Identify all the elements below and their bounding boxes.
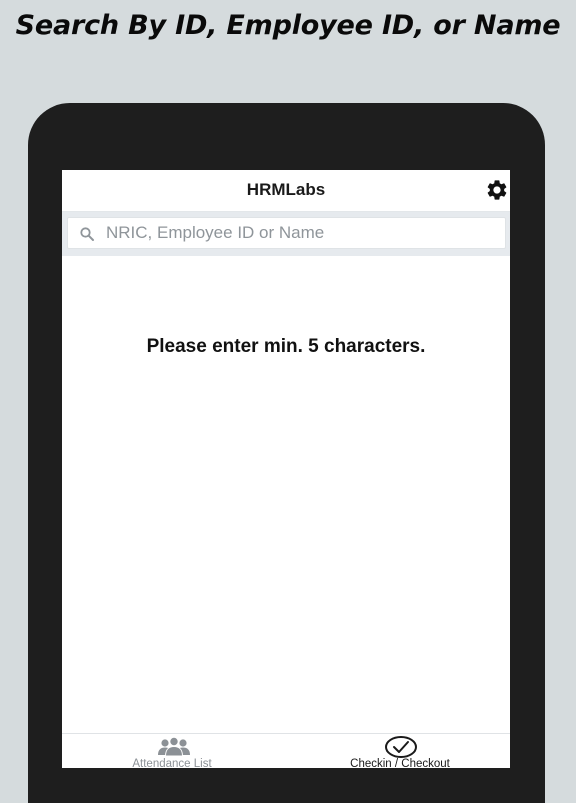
app-screen: HRMLabs Please enter min. 5 characters.	[62, 170, 510, 768]
search-input[interactable]	[106, 220, 496, 246]
search-box[interactable]	[67, 217, 506, 249]
settings-button[interactable]	[484, 178, 510, 202]
tab-checkin-checkout-label: Checkin / Checkout	[350, 758, 450, 768]
check-circle-icon	[385, 736, 417, 758]
search-icon	[80, 227, 94, 241]
tab-attendance-list[interactable]: Attendance List	[62, 734, 286, 768]
gear-icon	[487, 180, 507, 200]
tab-attendance-list-label: Attendance List	[132, 758, 212, 768]
users-icon	[158, 736, 190, 757]
bottom-nav: Attendance List Checkin / Checkout	[62, 733, 510, 768]
search-bar	[62, 212, 510, 256]
promo-title: Search By ID, Employee ID, or Name	[15, 10, 561, 41]
app-header: HRMLabs	[62, 170, 510, 212]
empty-state-message: Please enter min. 5 characters.	[146, 336, 426, 357]
tab-checkin-checkout[interactable]: Checkin / Checkout	[286, 734, 510, 768]
app-title: HRMLabs	[246, 180, 326, 199]
